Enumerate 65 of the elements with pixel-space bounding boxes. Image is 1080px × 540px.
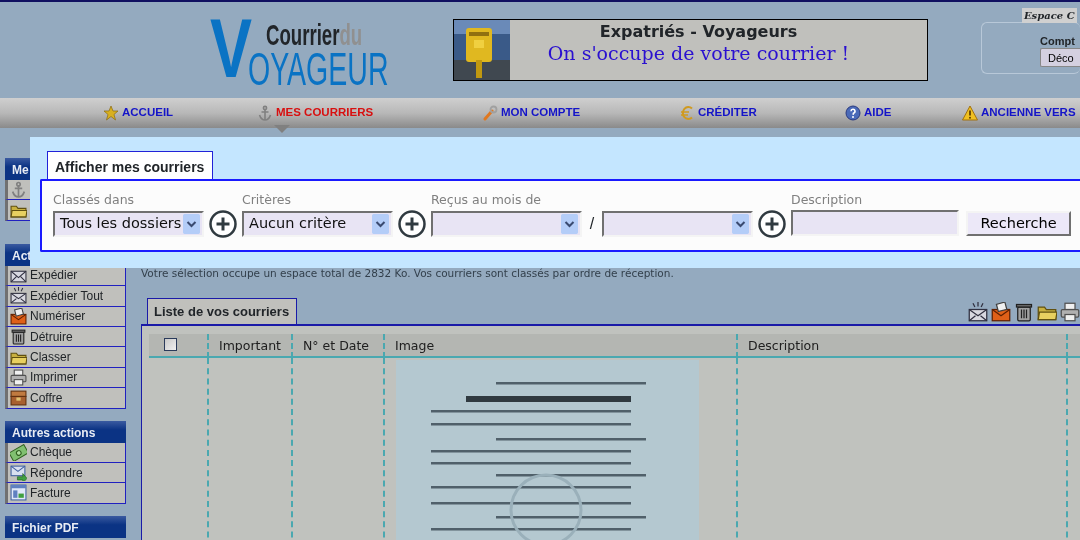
banner-slogan: On s'occupe de votre courrier ! (546, 42, 851, 64)
field-label: Critères (242, 191, 292, 209)
anchor-icon (10, 181, 27, 199)
sidebar-item[interactable]: Numériser (5, 306, 126, 327)
nav-link[interactable]: CRÉDITER (679, 104, 845, 122)
add-icon[interactable] (209, 210, 237, 238)
dropdown-field[interactable]: Aucun critère (242, 211, 393, 237)
caret-icon (183, 214, 200, 234)
checkbox[interactable] (164, 338, 177, 352)
column-header: Description (738, 334, 1068, 359)
dropdown-field[interactable]: Tous les dossiers (53, 211, 204, 237)
field-label: Reçus au mois de (431, 191, 543, 209)
sidebar-item[interactable]: Répondre (5, 462, 126, 484)
printer-icon[interactable] (1060, 302, 1080, 323)
sidebar-item[interactable]: Facture (5, 483, 126, 504)
sidebar-item[interactable]: Chèque (5, 442, 126, 463)
warning-icon (962, 105, 978, 121)
add-icon[interactable] (398, 210, 426, 238)
field-label: Classés dans (53, 191, 136, 209)
trash-icon (10, 328, 27, 346)
search-button[interactable]: Recherche (966, 210, 1071, 236)
dropdown-field[interactable] (431, 211, 582, 237)
banknote-icon (10, 443, 27, 461)
euro-icon (679, 105, 695, 121)
separator-text: / (588, 214, 596, 234)
nav-link[interactable]: ANCIENNE VERS (962, 104, 1075, 122)
printer-icon (10, 368, 27, 386)
account-title: Espace C (1022, 8, 1077, 23)
caret-icon (732, 214, 749, 234)
caret-icon (561, 214, 578, 234)
sidebar-heading: Autres actions (5, 420, 126, 443)
caret-icon (372, 214, 389, 234)
anchor-icon (257, 105, 273, 121)
nav-link[interactable]: MON COMPTE (482, 104, 679, 122)
envelope-icon (10, 287, 27, 305)
star-icon (103, 105, 119, 121)
sidebar-heading: Fichier PDF (5, 515, 126, 538)
field-label: Description (791, 191, 864, 209)
logout-button[interactable]: Déco (1040, 48, 1080, 67)
list-tab[interactable]: Liste de vos courriers (147, 297, 298, 325)
sidebar-item[interactable]: Classer (5, 347, 126, 368)
envelope-icon (10, 464, 27, 482)
sidebar-item[interactable]: Détruire (5, 326, 126, 348)
add-icon[interactable] (758, 210, 786, 238)
column-header: N° et Date (293, 334, 385, 359)
wrench-icon (482, 105, 498, 121)
banner-title: Expatriés - Voyageurs (598, 22, 799, 42)
nav-link[interactable]: AIDE (845, 104, 962, 122)
envelope-icon[interactable] (968, 302, 988, 323)
nav-link[interactable]: ACCUEIL (103, 104, 257, 122)
sidebar-item[interactable]: Expédier Tout (5, 286, 126, 307)
dropdown-field[interactable] (602, 211, 753, 237)
sidebar-item[interactable]: Imprimer (5, 367, 126, 389)
sidebar-item[interactable]: Coffre (5, 388, 126, 409)
envelope-icon (10, 307, 27, 325)
column-header: Important (209, 334, 293, 359)
trash-icon[interactable] (1014, 302, 1034, 323)
window-icon (10, 484, 27, 502)
description-field[interactable] (791, 210, 959, 236)
column-header: Image (385, 334, 738, 359)
help-icon (845, 105, 861, 121)
info-text: Votre sélection occupe un espace total de 2832 Ko. Vos courriers sont classés par ordre de réception. (141, 266, 675, 281)
account-label: Compt (1040, 34, 1075, 49)
envelope-icon[interactable] (991, 302, 1011, 323)
chest-icon (10, 389, 27, 407)
